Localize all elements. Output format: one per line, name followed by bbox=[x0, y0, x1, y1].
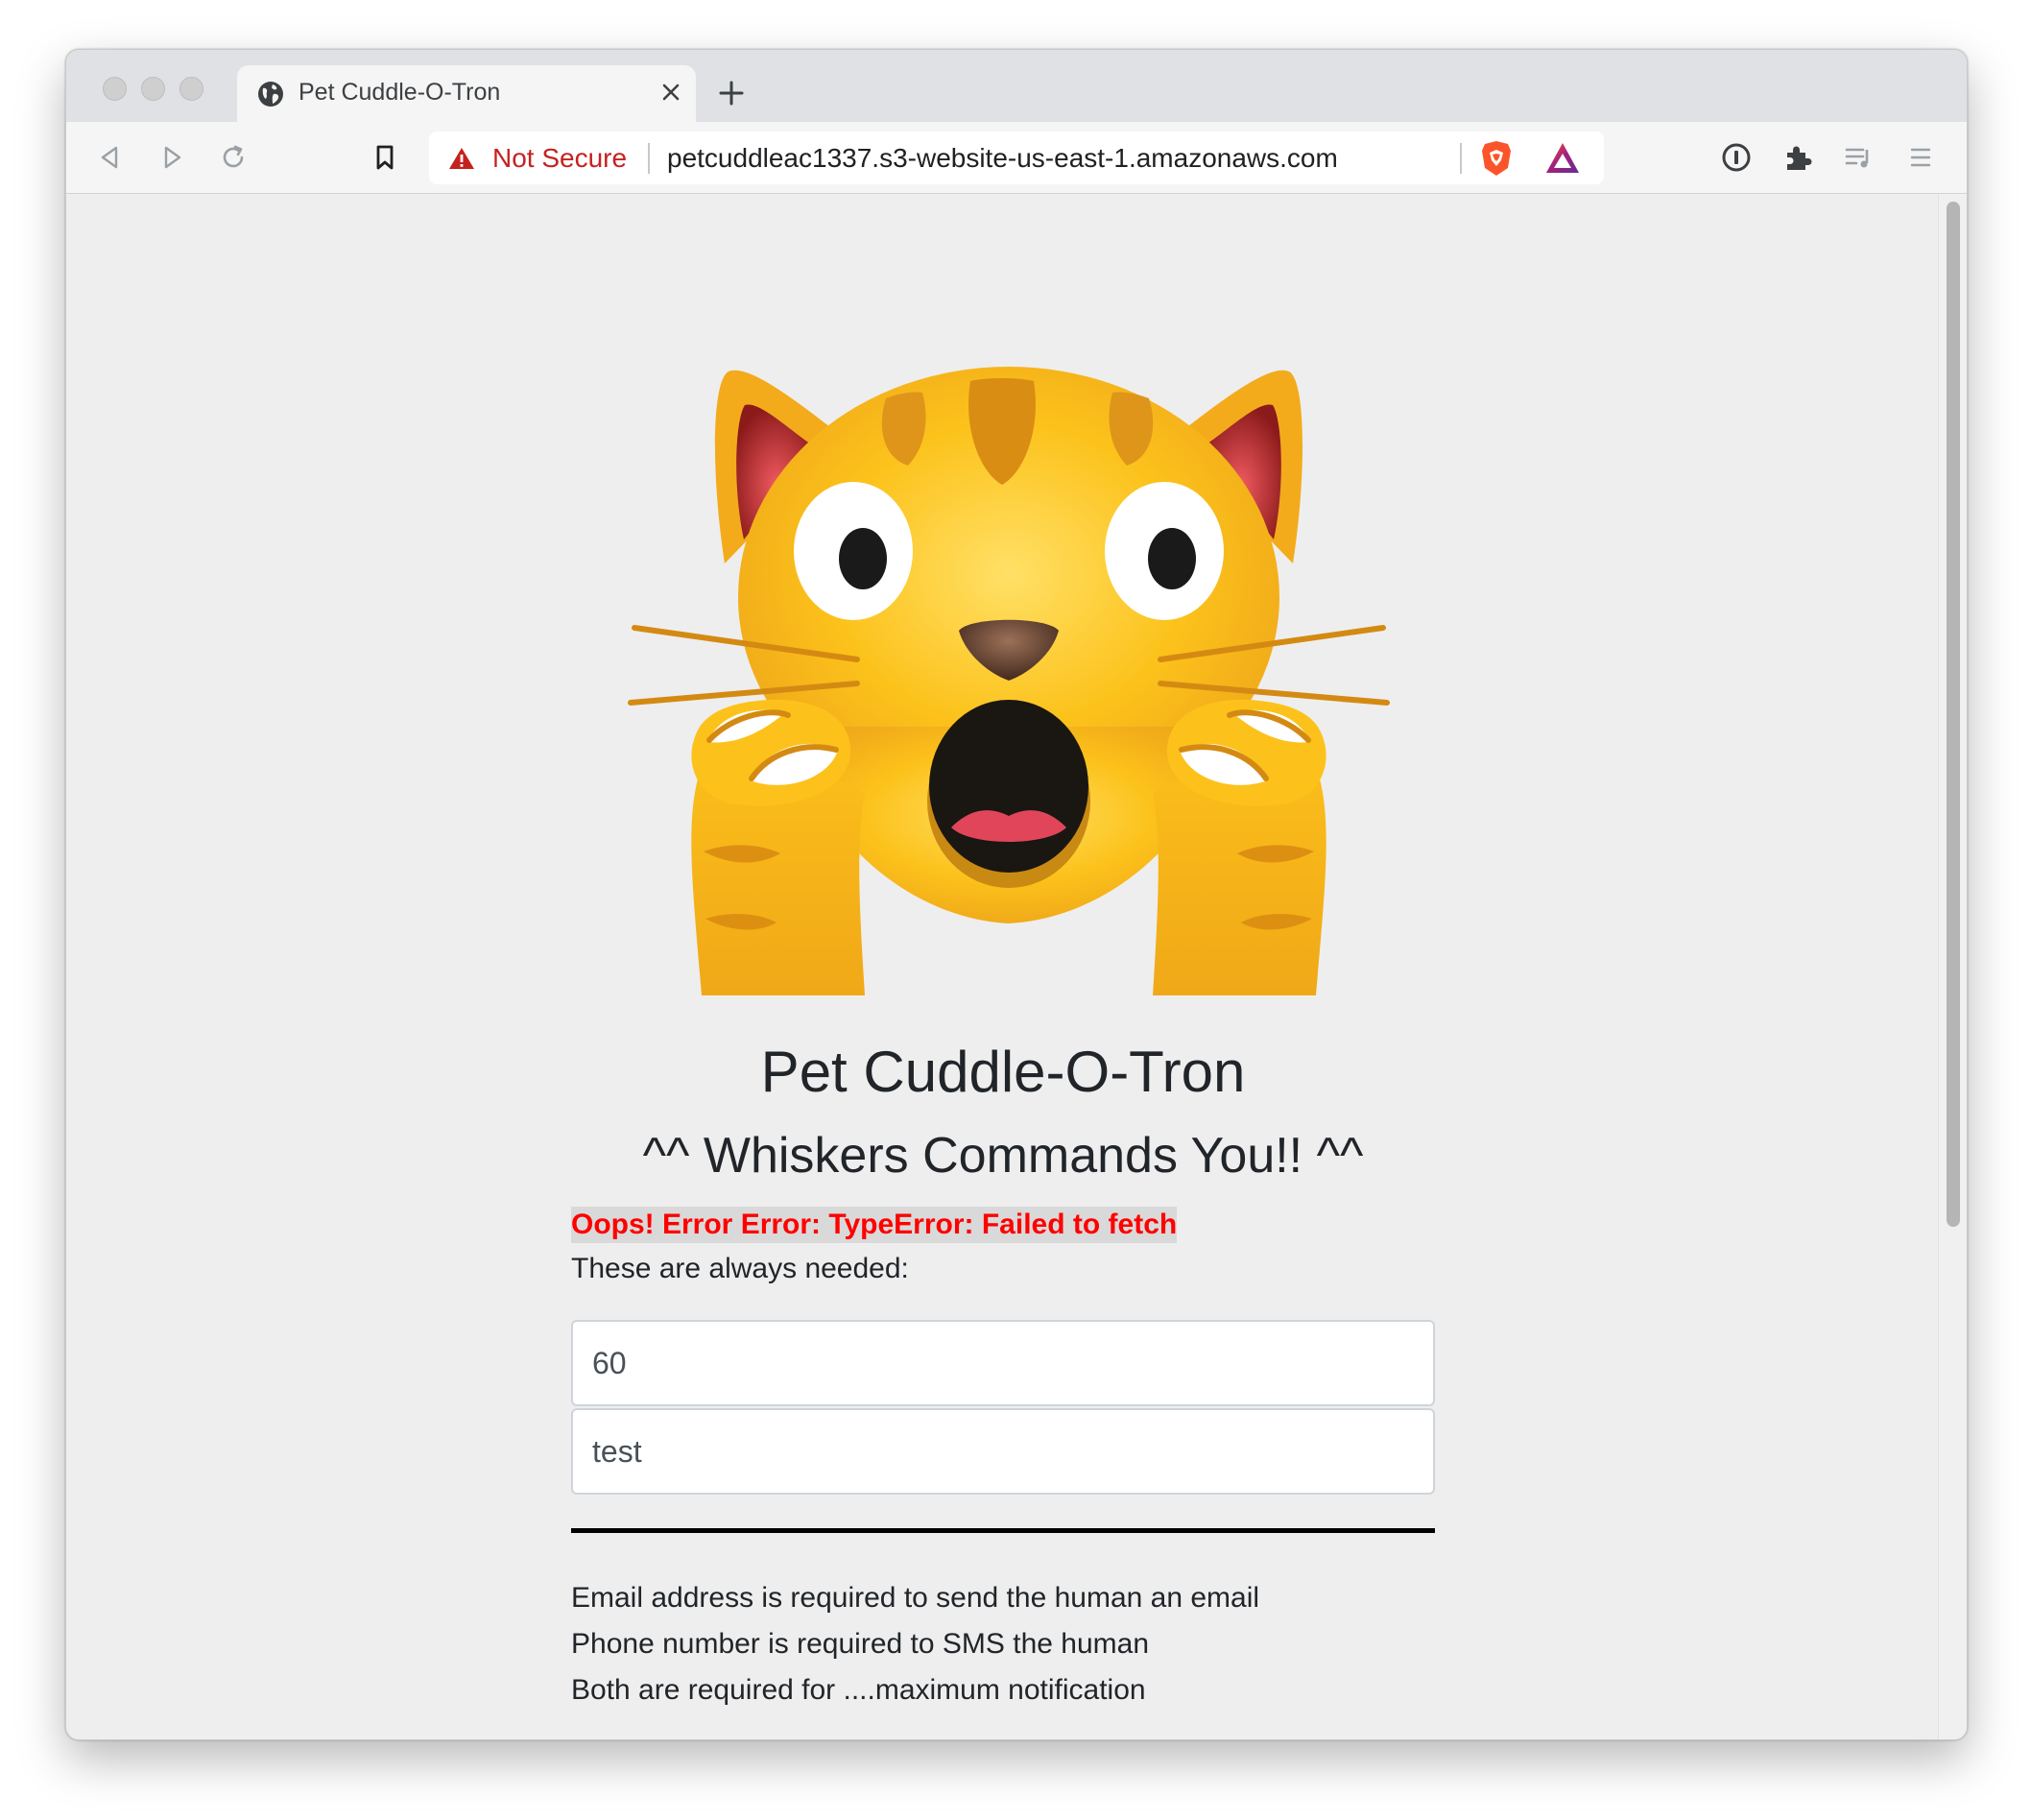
browser-window: Pet Cuddle-O-Tron Not Secure petcuddleac… bbox=[65, 49, 1968, 1740]
hamburger-menu-icon bbox=[1910, 148, 1931, 167]
back-icon bbox=[101, 146, 118, 169]
globe-icon bbox=[258, 82, 283, 107]
page-subtitle: ^^ Whiskers Commands You!! ^^ bbox=[642, 1128, 1364, 1184]
phone-note: Phone number is required to SMS the huma… bbox=[571, 1628, 1150, 1660]
section-divider bbox=[571, 1528, 1435, 1533]
plus-icon bbox=[719, 81, 744, 106]
close-tab-icon[interactable] bbox=[656, 77, 686, 108]
email-note: Email address is required to send the hu… bbox=[571, 1582, 1260, 1614]
minimize-window-button[interactable] bbox=[141, 77, 165, 101]
message-input[interactable] bbox=[571, 1408, 1435, 1495]
page-viewport[interactable]: Pet Cuddle-O-Tron ^^ Whiskers Commands Y… bbox=[66, 194, 1967, 1739]
tab-title: Pet Cuddle-O-Tron bbox=[299, 79, 501, 106]
new-tab-button[interactable] bbox=[715, 77, 748, 109]
vertical-scrollbar[interactable] bbox=[1938, 194, 1967, 1739]
page-title: Pet Cuddle-O-Tron bbox=[760, 1040, 1246, 1104]
error-message: Oops! Error Error: TypeError: Failed to … bbox=[571, 1207, 1178, 1243]
password-manager-button[interactable] bbox=[1719, 140, 1754, 175]
playlist-icon bbox=[1845, 148, 1869, 168]
address-separator bbox=[1460, 143, 1462, 174]
bookmark-icon bbox=[376, 145, 394, 170]
browser-toolbar: Not Secure petcuddleac1337.s3-website-us… bbox=[66, 122, 1967, 194]
puzzle-icon bbox=[1787, 146, 1812, 170]
brave-rewards-icon[interactable] bbox=[1544, 141, 1581, 176]
bookmark-button[interactable] bbox=[368, 140, 402, 175]
brave-shields-icon[interactable] bbox=[1479, 139, 1514, 178]
security-status-label[interactable]: Not Secure bbox=[492, 143, 627, 174]
warning-icon bbox=[449, 148, 474, 169]
minutes-input[interactable] bbox=[571, 1320, 1435, 1406]
url-text[interactable]: petcuddleac1337.s3-website-us-east-1.ama… bbox=[667, 143, 1338, 174]
menu-button[interactable] bbox=[1903, 140, 1938, 175]
both-note: Both are required for ....maximum notifi… bbox=[571, 1674, 1146, 1706]
required-fields-label: These are always needed: bbox=[571, 1253, 909, 1284]
reload-button[interactable] bbox=[216, 140, 251, 175]
reload-icon bbox=[223, 145, 244, 168]
close-window-button[interactable] bbox=[103, 77, 127, 101]
scrollbar-thumb[interactable] bbox=[1947, 202, 1960, 1227]
address-bar[interactable]: Not Secure petcuddleac1337.s3-website-us… bbox=[429, 132, 1604, 184]
address-separator bbox=[648, 143, 650, 174]
forward-icon bbox=[164, 146, 181, 169]
back-button[interactable] bbox=[93, 140, 128, 175]
crying-cat-face-emoji bbox=[628, 367, 1390, 995]
maximize-window-button[interactable] bbox=[179, 77, 203, 101]
tab-strip: Pet Cuddle-O-Tron bbox=[66, 50, 1967, 122]
tab-active[interactable]: Pet Cuddle-O-Tron bbox=[237, 65, 696, 122]
media-controls-button[interactable] bbox=[1842, 140, 1876, 175]
extensions-button[interactable] bbox=[1780, 140, 1815, 175]
forward-button[interactable] bbox=[155, 140, 189, 175]
key-lock-icon bbox=[1722, 143, 1751, 172]
